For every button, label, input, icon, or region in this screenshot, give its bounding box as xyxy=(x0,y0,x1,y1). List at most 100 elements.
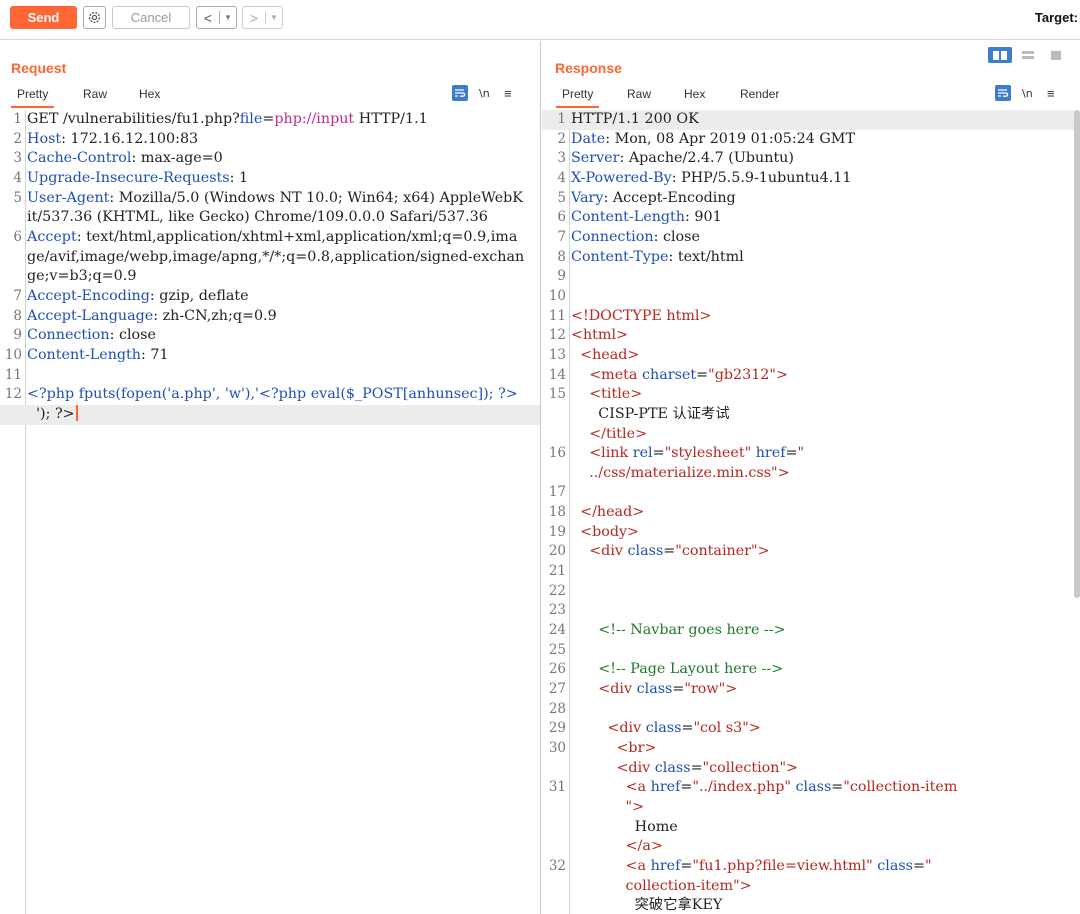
line-number: 6 xyxy=(13,228,22,245)
line-number: 3 xyxy=(13,150,22,167)
newline-icon[interactable]: \n xyxy=(479,87,493,100)
line-number: 23 xyxy=(548,602,566,619)
line-number: 2 xyxy=(557,130,566,147)
tab-raw[interactable]: Raw xyxy=(83,87,107,101)
code-line[interactable]: 18 </head> xyxy=(542,503,1074,523)
request-editor-tools: \n ≡ xyxy=(452,84,512,102)
line-number: 7 xyxy=(557,228,566,245)
line-content: ​ xyxy=(569,601,1069,621)
code-line[interactable]: 4 X-Powered-By: PHP/5.5.9-1ubuntu4.11 xyxy=(542,169,1074,189)
code-line[interactable]: 31 <a href="../index.php" class="collect… xyxy=(542,778,1074,857)
code-line[interactable]: '); ?> xyxy=(0,404,540,425)
code-line[interactable]: 9 Connection: close xyxy=(0,326,540,346)
tab-raw[interactable]: Raw xyxy=(627,87,651,101)
code-line[interactable]: 24 <!-- Navbar goes here --> xyxy=(542,621,1074,641)
response-tabs: Pretty Raw Hex Render \n ≡ xyxy=(542,83,1080,108)
code-line[interactable]: 27 <div class="row"> xyxy=(542,680,1074,700)
code-line[interactable]: 11 <!DOCTYPE html> xyxy=(542,307,1074,327)
line-number: 29 xyxy=(548,720,566,737)
wrap-lines-icon[interactable] xyxy=(995,85,1011,101)
code-line[interactable]: 14 <meta charset="gb2312"> xyxy=(542,366,1074,386)
tab-hex[interactable]: Hex xyxy=(139,87,160,101)
code-line[interactable]: 1 GET /vulnerabilities/fu1.php?file=php:/… xyxy=(0,110,540,130)
code-line[interactable]: 22​ xyxy=(542,582,1074,602)
line-number: 15 xyxy=(548,386,566,403)
menu-icon[interactable]: ≡ xyxy=(1047,86,1055,101)
chevron-down-icon[interactable]: ▼ xyxy=(220,13,236,22)
forward-button[interactable]: > ▼ xyxy=(242,6,283,29)
newline-icon[interactable]: \n xyxy=(1022,87,1036,100)
tab-render[interactable]: Render xyxy=(740,87,779,101)
tab-pretty[interactable]: Pretty xyxy=(10,87,55,108)
chevron-down-icon[interactable]: ▼ xyxy=(266,13,282,22)
tab-pretty[interactable]: Pretty xyxy=(555,87,600,108)
line-number: 22 xyxy=(548,582,566,599)
code-line[interactable]: 2 Host: 172.16.12.100:83 xyxy=(0,130,540,150)
response-scrollbar[interactable] xyxy=(1074,110,1080,598)
code-line[interactable]: 8 Content-Type: text/html xyxy=(542,248,1074,268)
code-line[interactable]: 10 Content-Length: 71 xyxy=(0,346,540,366)
single-pane-icon[interactable] xyxy=(1044,47,1068,63)
code-line[interactable]: 6 Accept: text/html,application/xhtml+xml… xyxy=(0,228,540,287)
code-line[interactable]: 25​ xyxy=(542,641,1074,661)
toolbar: Send Cancel < ▼ > ▼ Target: xyxy=(0,0,1080,40)
code-line[interactable]: 20 <div class="container"> xyxy=(542,542,1074,562)
line-number: 7 xyxy=(13,287,22,304)
code-line[interactable]: 30 <br> <div class="collection"> xyxy=(542,739,1074,778)
line-number: 1 xyxy=(13,111,22,127)
code-line[interactable]: 1 HTTP/1.1 200 OK xyxy=(542,110,1074,130)
line-content: GET /vulnerabilities/fu1.php?file=php://… xyxy=(27,111,428,127)
code-line[interactable]: 7 Accept-Encoding: gzip, deflate xyxy=(0,287,540,307)
tab-hex[interactable]: Hex xyxy=(684,87,705,101)
cancel-button[interactable]: Cancel xyxy=(112,6,190,29)
request-editor[interactable]: 1 GET /vulnerabilities/fu1.php?file=php:/… xyxy=(0,110,540,914)
code-line[interactable]: 15 <title> CISP-PTE 认证考试 </title> xyxy=(542,385,1074,444)
line-content: ​ xyxy=(569,483,1069,503)
split-vertical-icon[interactable] xyxy=(1016,47,1040,63)
code-line[interactable]: 6 Content-Length: 901 xyxy=(542,208,1074,228)
code-line[interactable]: 3 Cache-Control: max-age=0 xyxy=(0,149,540,169)
send-button[interactable]: Send xyxy=(10,6,77,29)
line-number: 12 xyxy=(548,327,566,344)
code-line[interactable]: 4 Upgrade-Insecure-Requests: 1 xyxy=(0,169,540,189)
line-number: 10 xyxy=(4,346,22,363)
settings-button[interactable] xyxy=(83,6,106,29)
line-number: 8 xyxy=(557,248,566,265)
back-button[interactable]: < ▼ xyxy=(196,6,237,29)
line-number: 32 xyxy=(548,857,566,874)
line-content: ​ xyxy=(569,562,1069,582)
response-editor[interactable]: 1 HTTP/1.1 200 OK 2 Date: Mon, 08 Apr 2019 … xyxy=(542,110,1074,914)
code-line[interactable]: 11​ xyxy=(0,366,540,386)
code-line[interactable]: 7 Connection: close xyxy=(542,228,1074,248)
code-line[interactable]: 9​ xyxy=(542,267,1074,287)
code-line[interactable]: 26 <!-- Page Layout here --> xyxy=(542,660,1074,680)
code-line[interactable]: 21​ xyxy=(542,562,1074,582)
code-line[interactable]: 23​ xyxy=(542,601,1074,621)
code-line[interactable]: 29 <div class="col s3"> xyxy=(542,719,1074,739)
code-line[interactable]: 32 <a href="fu1.php?file=view.html" clas… xyxy=(542,857,1074,914)
line-number: 18 xyxy=(548,504,566,521)
code-line[interactable]: 10​ xyxy=(542,287,1074,307)
code-line[interactable]: 12 <html> xyxy=(542,326,1074,346)
code-line[interactable]: 19 <body> xyxy=(542,523,1074,543)
wrap-lines-icon[interactable] xyxy=(452,85,468,101)
line-content: <head> xyxy=(580,346,640,363)
line-content: <!-- Navbar goes here --> xyxy=(598,622,786,639)
line-number: 28 xyxy=(548,700,566,717)
code-line[interactable]: 3 Server: Apache/2.4.7 (Ubuntu) xyxy=(542,149,1074,169)
code-line[interactable]: 16 <link rel="stylesheet" href=" ../css/… xyxy=(542,444,1074,483)
line-number: 5 xyxy=(557,189,566,206)
line-number: 4 xyxy=(13,169,22,186)
code-line[interactable]: 5 Vary: Accept-Encoding xyxy=(542,189,1074,209)
code-line[interactable]: 12 <?php fputs(fopen('a.php', 'w'),'<?php… xyxy=(0,385,540,405)
menu-icon[interactable]: ≡ xyxy=(504,86,512,101)
code-line[interactable]: 5 User-Agent: Mozilla/5.0 (Windows NT 10.… xyxy=(0,189,540,228)
line-content: <html> xyxy=(571,327,629,344)
code-line[interactable]: 13 <head> xyxy=(542,346,1074,366)
code-line[interactable]: 28​ xyxy=(542,700,1074,720)
code-line[interactable]: 8 Accept-Language: zh-CN,zh;q=0.9 xyxy=(0,307,540,327)
line-content: ​ xyxy=(569,641,1069,661)
code-line[interactable]: 2 Date: Mon, 08 Apr 2019 01:05:24 GMT xyxy=(542,130,1074,150)
code-line[interactable]: 17​ xyxy=(542,483,1074,503)
split-horizontal-icon[interactable] xyxy=(988,47,1012,63)
